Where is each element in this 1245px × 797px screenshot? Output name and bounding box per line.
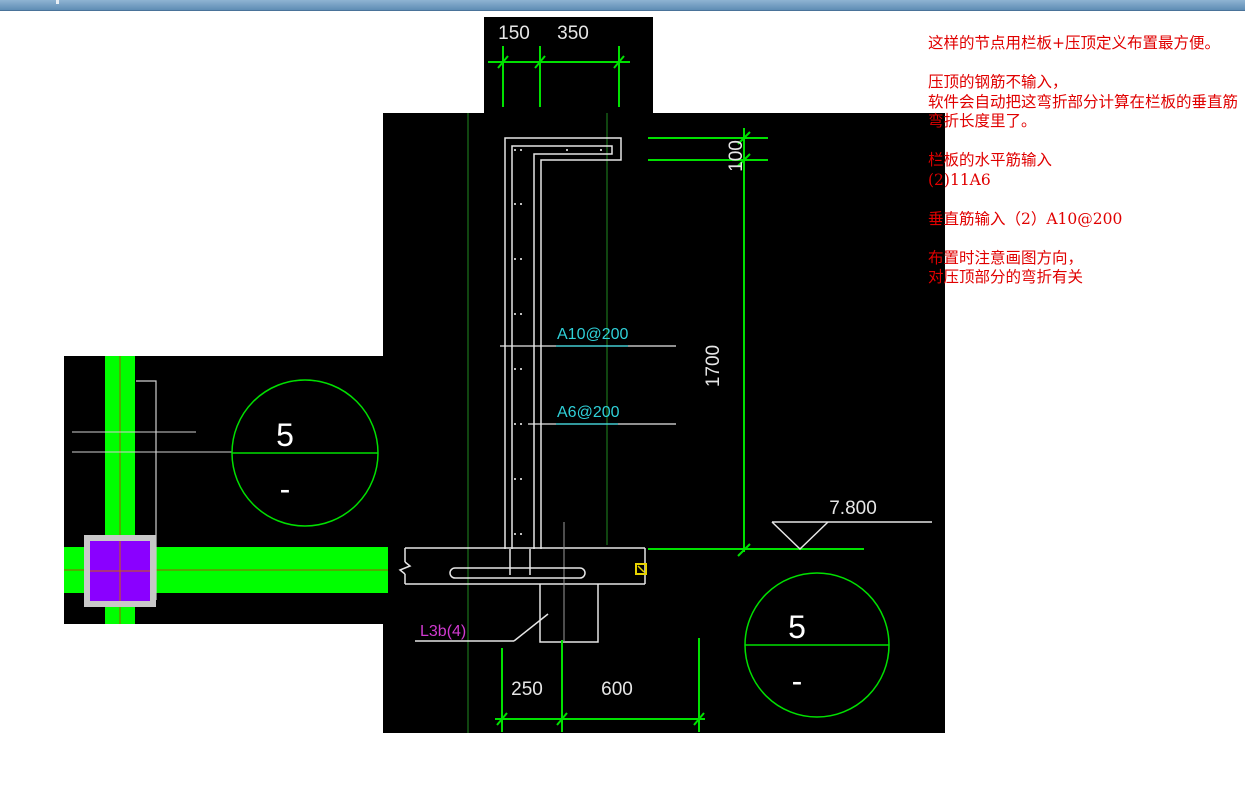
section-right-sub: - — [792, 663, 803, 699]
dim-bottom-600: 600 — [601, 679, 633, 700]
note-gap — [928, 229, 1240, 249]
note-line: 布置时注意画图方向， — [928, 248, 1084, 267]
note-gap — [928, 132, 1240, 152]
dim-top-150: 150 — [498, 23, 530, 44]
rebar-horizontal-label: A6@200 — [557, 404, 620, 421]
section-left-sub: - — [280, 471, 291, 507]
dim-height-100: 100 — [726, 140, 747, 172]
note-line: 压顶的钢筋不输入， — [928, 73, 1068, 91]
note-line: 这样的节点用栏板+压顶定义布置最方便。 — [928, 34, 1220, 52]
dim-top-350: 350 — [557, 23, 589, 44]
annotation-notes: 这样的节点用栏板+压顶定义布置最方便。 压顶的钢筋不输入， 软件会自动把这弯折部… — [928, 34, 1240, 288]
note-line: 对压顶部分的弯折有关 — [928, 268, 1084, 286]
dim-bottom-250: 250 — [511, 679, 543, 700]
note-gap — [928, 190, 1240, 210]
note-gap — [928, 54, 1240, 74]
elevation-value: 7.800 — [829, 498, 877, 519]
note-line: 栏板的水平筋输入 — [928, 151, 1053, 169]
note-line: (2)11A6 — [928, 170, 991, 189]
dim-height-1700: 1700 — [703, 345, 724, 387]
section-left-number: 5 — [276, 417, 294, 453]
rebar-vertical-label: A10@200 — [557, 326, 629, 343]
note-line: 垂直筋输入（2）A10@200 — [928, 209, 1123, 228]
note-line: 软件会自动把这弯折部分计算在栏板的垂直筋弯折长度里了。 — [928, 92, 1239, 131]
beam-label: L3b(4) — [420, 623, 466, 640]
section-right-number: 5 — [788, 609, 806, 645]
